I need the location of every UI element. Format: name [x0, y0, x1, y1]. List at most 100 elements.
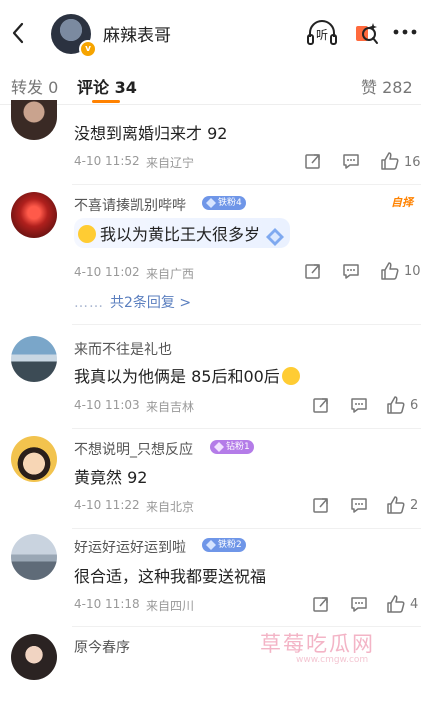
share-icon — [305, 264, 320, 279]
like-count: 10 — [404, 264, 421, 279]
diamond-icon — [206, 198, 216, 208]
tab-bar: 转发 0 评论 34 赞 282 — [0, 66, 421, 105]
thumbs-up-icon — [381, 262, 399, 280]
fan-badge-label: 铁粉4 — [218, 198, 242, 208]
share-button[interactable] — [304, 152, 322, 170]
divider — [72, 184, 421, 185]
comment-location: 来自辽宁 — [146, 156, 195, 170]
like-count: 6 — [410, 398, 419, 413]
watermark-title: 草莓吃瓜网 — [260, 632, 375, 656]
search-ai-button[interactable] — [352, 19, 380, 51]
comment-icon — [343, 154, 359, 169]
thumbs-up-icon — [387, 496, 405, 514]
share-icon — [313, 597, 328, 612]
fan-badge: 铁粉4 — [202, 196, 246, 210]
active-tab-indicator — [92, 100, 120, 103]
comment-bubble: 我以为黄比王大很多岁 — [74, 218, 291, 248]
share-button[interactable] — [312, 595, 330, 613]
commenter-name[interactable]: 来而不往是礼也 — [74, 339, 172, 359]
chevron-left-icon — [12, 22, 24, 44]
replies-dots: …… — [74, 295, 104, 311]
share-button[interactable] — [312, 496, 330, 514]
like-button[interactable] — [386, 495, 406, 515]
reply-button[interactable] — [350, 396, 368, 414]
view-replies-link[interactable]: …… 共2条回复 > — [74, 292, 191, 312]
comment-text: 没想到离婚归来才 92 — [74, 124, 228, 143]
comment-date: 4-10 11:52 — [74, 154, 140, 168]
comment-text-row: 我真以为他俩是 85后和00后 — [74, 363, 300, 387]
commenter-avatar[interactable] — [11, 192, 57, 238]
comment-date: 4-10 11:22 — [74, 498, 140, 512]
smile-emoji-icon — [78, 225, 96, 243]
commenter-avatar[interactable] — [11, 100, 57, 140]
comment-text: 很合适，这种我都要送祝福 — [74, 567, 267, 586]
comment-icon — [343, 264, 359, 279]
diamond-icon — [266, 228, 285, 246]
fan-badge: 铁粉2 — [202, 538, 246, 552]
like-button[interactable] — [386, 395, 406, 415]
commenter-avatar[interactable] — [11, 436, 57, 482]
page-title[interactable]: 麻辣表哥 — [103, 21, 171, 46]
laugh-emoji-icon — [281, 367, 300, 385]
commenter-avatar[interactable] — [11, 534, 57, 580]
tab-comment[interactable]: 评论 34 — [77, 74, 137, 98]
comment-location: 来自北京 — [146, 500, 195, 514]
diamond-icon — [206, 540, 216, 550]
comment-date: 4-10 11:03 — [74, 398, 140, 412]
top-flag: 自择 — [391, 196, 413, 209]
share-button[interactable] — [312, 396, 330, 414]
like-count: 16 — [404, 155, 421, 170]
tab-like[interactable]: 赞 282 — [361, 74, 413, 98]
replies-label: 共2条回复 > — [110, 295, 192, 311]
back-button[interactable] — [6, 18, 32, 48]
share-icon — [313, 398, 328, 413]
like-count: 4 — [410, 597, 419, 612]
watermark-subtitle: www.cmgw.com — [296, 655, 369, 665]
more-dots-icon — [393, 29, 417, 35]
divider — [72, 428, 421, 429]
divider — [72, 626, 421, 627]
fan-badge-label: 钻粉1 — [226, 442, 250, 452]
reply-button[interactable] — [342, 262, 360, 280]
like-count: 2 — [410, 498, 419, 513]
thumbs-up-icon — [381, 152, 399, 170]
divider — [72, 528, 421, 529]
reply-button[interactable] — [342, 152, 360, 170]
more-button[interactable] — [392, 24, 418, 44]
commenter-name[interactable]: 原今春序 — [74, 637, 130, 657]
thumbs-up-icon — [387, 396, 405, 414]
comment-text: 我真以为他俩是 85后和00后 — [74, 367, 280, 386]
comment-icon — [351, 498, 367, 513]
search-sparkle-icon — [356, 23, 378, 44]
fan-badge-label: 铁粉2 — [218, 540, 242, 550]
comment-date: 4-10 11:18 — [74, 597, 140, 611]
commenter-name[interactable]: 好运好运好运到啦 — [74, 537, 186, 557]
share-icon — [313, 498, 328, 513]
share-button[interactable] — [304, 262, 322, 280]
comment-location: 来自四川 — [146, 599, 195, 613]
commenter-name[interactable]: 不想说明_只想反应 — [74, 439, 193, 459]
reply-button[interactable] — [350, 496, 368, 514]
commenter-avatar[interactable] — [11, 634, 57, 680]
comment-text: 黄竟然 92 — [74, 468, 148, 487]
commenter-name[interactable]: 不喜请揍凯别哔哔 — [74, 195, 186, 215]
comment-icon — [351, 398, 367, 413]
comment-text: 我以为黄比王大很多岁 — [100, 225, 261, 244]
listen-button[interactable]: 听 — [306, 19, 338, 51]
thumbs-up-icon — [387, 595, 405, 613]
commenter-avatar[interactable] — [11, 336, 57, 382]
fan-badge: 钻粉1 — [210, 440, 254, 454]
top-bar: v 麻辣表哥 听 — [0, 0, 421, 66]
verified-badge: v — [79, 40, 97, 58]
reply-button[interactable] — [350, 595, 368, 613]
comment-location: 来自广西 — [146, 267, 195, 281]
like-button[interactable] — [386, 594, 406, 614]
like-button[interactable] — [380, 151, 400, 171]
divider — [72, 324, 421, 325]
tab-repost[interactable]: 转发 0 — [11, 74, 58, 98]
diamond-icon — [214, 442, 224, 452]
comment-location: 来自吉林 — [146, 400, 195, 414]
share-icon — [305, 154, 320, 169]
comment-icon — [351, 597, 367, 612]
like-button[interactable] — [380, 261, 400, 281]
